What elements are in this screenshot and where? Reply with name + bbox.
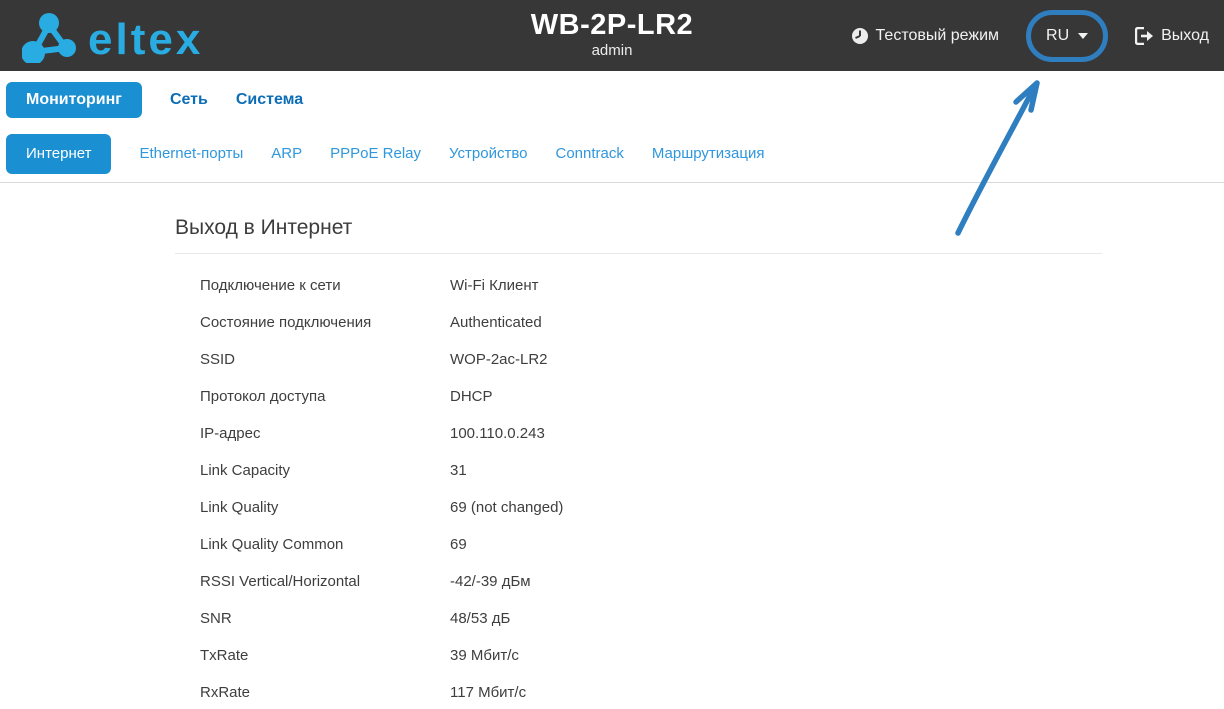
subtab-routing[interactable]: Маршрутизация	[652, 144, 765, 164]
table-row: Link Quality 69 (not changed)	[175, 489, 1102, 526]
language-label: RU	[1046, 26, 1070, 44]
table-row: SNR 48/53 дБ	[175, 600, 1102, 637]
logout-label: Выход	[1161, 26, 1209, 44]
app-header: eltex WB-2P-LR2 admin Тестовый режим RU	[0, 0, 1224, 71]
row-value: 100.110.0.243	[450, 425, 545, 442]
eltex-logo[interactable]: eltex	[21, 9, 260, 68]
row-value: -42/-39 дБм	[450, 573, 531, 590]
row-label: Link Quality Common	[200, 536, 344, 553]
row-label: Состояние подключения	[200, 314, 372, 331]
row-label: Link Quality	[200, 499, 279, 516]
row-value: DHCP	[450, 388, 493, 405]
page-title: Выход в Интернет	[175, 216, 1102, 254]
row-label: Link Capacity	[200, 462, 291, 479]
subtab-pppoe-relay[interactable]: PPPoE Relay	[330, 144, 421, 164]
eltex-molecule-icon: eltex	[21, 13, 203, 65]
language-selector[interactable]: RU	[1026, 9, 1109, 62]
logged-in-user: admin	[591, 42, 633, 59]
test-mode-label: Тестовый режим	[875, 26, 1000, 44]
row-label: TxRate	[200, 647, 249, 664]
device-title: WB-2P-LR2	[530, 9, 694, 41]
row-label: SNR	[200, 610, 232, 627]
table-row: TxRate 39 Мбит/с	[175, 637, 1102, 674]
sub-nav: Интернет Ethernet-порты ARP PPPoE Relay …	[0, 130, 1224, 183]
main-nav: Мониторинг Сеть Система	[0, 71, 1224, 130]
chevron-down-icon	[1078, 32, 1089, 39]
row-value: 39 Мбит/с	[450, 647, 519, 664]
logout-icon	[1135, 26, 1154, 45]
row-value: 117 Мбит/с	[450, 684, 527, 701]
subtab-conntrack[interactable]: Conntrack	[556, 144, 624, 164]
tab-system[interactable]: Система	[236, 90, 303, 110]
subtab-device[interactable]: Устройство	[449, 144, 527, 164]
device-title-block: WB-2P-LR2 admin	[531, 8, 693, 60]
row-value: 69 (not changed)	[450, 499, 564, 516]
table-row: Link Capacity 31	[175, 452, 1102, 489]
row-label: SSID	[200, 351, 236, 368]
row-label: Протокол доступа	[200, 388, 326, 405]
table-row: SSID WOP-2ac-LR2	[175, 341, 1102, 378]
row-label: IP-адрес	[200, 425, 261, 442]
subtab-internet[interactable]: Интернет	[6, 134, 112, 174]
row-value: 31	[450, 462, 467, 479]
table-row: RxRate 117 Мбит/с	[175, 674, 1102, 709]
table-row: Link Quality Common 69	[175, 526, 1102, 563]
logout-button[interactable]: Выход	[1135, 26, 1209, 45]
table-row: Протокол доступа DHCP	[175, 378, 1102, 415]
tab-monitoring[interactable]: Мониторинг	[6, 82, 142, 118]
row-label: RSSI Vertical/Horizontal	[200, 573, 361, 590]
clock-icon	[851, 27, 868, 44]
subtab-ethernet-ports[interactable]: Ethernet-порты	[139, 144, 243, 164]
row-value: Wi-Fi Клиент	[450, 277, 539, 294]
row-value: 48/53 дБ	[450, 610, 511, 627]
subtab-arp[interactable]: ARP	[271, 144, 302, 164]
row-value: WOP-2ac-LR2	[450, 351, 548, 368]
row-value: Authenticated	[450, 314, 542, 331]
row-value: 69	[450, 536, 467, 553]
table-row: IP-адрес 100.110.0.243	[175, 415, 1102, 452]
tab-network[interactable]: Сеть	[170, 90, 208, 110]
test-mode-indicator[interactable]: Тестовый режим	[851, 27, 999, 45]
main-content: Выход в Интернет Подключение к сети Wi-F…	[175, 216, 1102, 709]
row-label: Подключение к сети	[200, 277, 341, 294]
header-menu: Тестовый режим RU Выход	[851, 0, 1209, 71]
table-row: Состояние подключения Authenticated	[175, 304, 1102, 341]
internet-status-table: Подключение к сети Wi-Fi Клиент Состояни…	[175, 267, 1102, 709]
table-row: RSSI Vertical/Horizontal -42/-39 дБм	[175, 563, 1102, 600]
table-row: Подключение к сети Wi-Fi Клиент	[175, 267, 1102, 304]
row-label: RxRate	[200, 684, 251, 701]
brand-text: eltex	[88, 15, 203, 63]
